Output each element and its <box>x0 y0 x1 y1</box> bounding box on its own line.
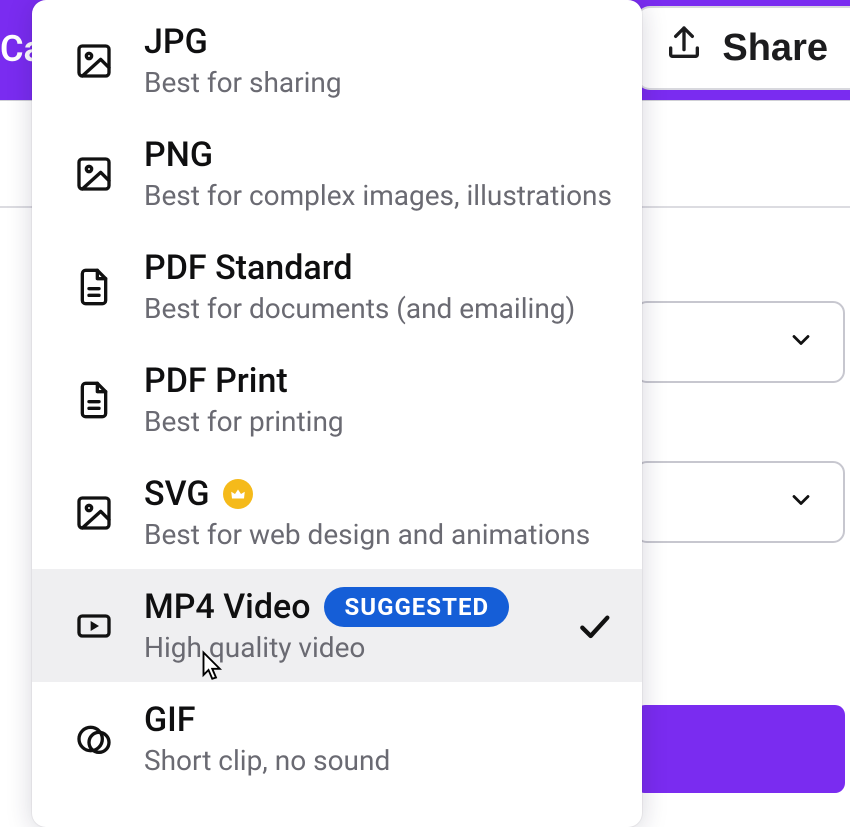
option-png[interactable]: PNG Best for complex images, illustratio… <box>32 117 642 230</box>
document-icon <box>72 378 116 422</box>
check-icon <box>574 606 614 646</box>
option-subtitle: High quality video <box>144 631 546 664</box>
option-pdf-print[interactable]: PDF Print Best for printing <box>32 343 642 456</box>
share-button-label: Share <box>722 27 828 70</box>
file-type-dropdown: JPG Best for sharing PNG Best for comple… <box>32 0 642 827</box>
video-icon <box>72 604 116 648</box>
option-title: MP4 Video <box>144 587 310 627</box>
option-title: SVG <box>144 474 209 514</box>
option-gif[interactable]: GIF Short clip, no sound <box>32 682 642 795</box>
option-title: PDF Print <box>144 361 288 401</box>
download-button[interactable] <box>635 705 845 793</box>
upload-icon <box>664 23 704 73</box>
option-subtitle: Best for printing <box>144 405 614 438</box>
option-mp4-video[interactable]: MP4 Video SUGGESTED High quality video <box>32 569 642 682</box>
option-subtitle: Best for web design and animations <box>144 518 614 551</box>
option-title: JPG <box>144 22 208 62</box>
option-title: GIF <box>144 700 196 740</box>
image-icon <box>72 39 116 83</box>
chevron-down-icon <box>787 326 815 358</box>
option-title: PDF Standard <box>144 248 353 288</box>
image-icon <box>72 152 116 196</box>
option-svg[interactable]: SVG Best for web design and animations <box>32 456 642 569</box>
share-button[interactable]: Share <box>636 6 850 90</box>
panel-select-1[interactable] <box>635 301 845 383</box>
option-subtitle: Best for sharing <box>144 66 614 99</box>
option-pdf-standard[interactable]: PDF Standard Best for documents (and ema… <box>32 230 642 343</box>
option-subtitle: Best for complex images, illustrations <box>144 179 614 212</box>
option-title: PNG <box>144 135 213 175</box>
image-icon <box>72 491 116 535</box>
gif-icon <box>72 717 116 761</box>
option-jpg[interactable]: JPG Best for sharing <box>32 0 642 117</box>
panel-select-2[interactable] <box>635 461 845 543</box>
crown-icon <box>223 479 253 509</box>
document-icon <box>72 265 116 309</box>
option-subtitle: Short clip, no sound <box>144 744 614 777</box>
chevron-down-icon <box>787 486 815 518</box>
suggested-badge: SUGGESTED <box>324 587 509 627</box>
option-subtitle: Best for documents (and emailing) <box>144 292 614 325</box>
